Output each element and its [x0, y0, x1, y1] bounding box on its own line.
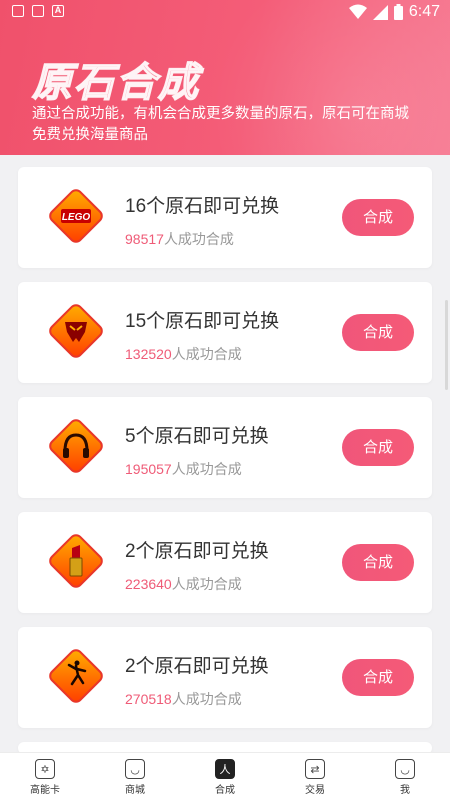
- list-item: 2个原石即可兑换 270518人成功合成 合成: [18, 627, 432, 728]
- status-time: 6:47: [408, 3, 440, 20]
- star-of-david-icon: ✡: [35, 759, 55, 779]
- list-item: 5个原石即可兑换 195057人成功合成 合成: [18, 397, 432, 498]
- synthesize-button[interactable]: 合成: [342, 544, 414, 581]
- synthesize-button[interactable]: 合成: [342, 199, 414, 236]
- tab-label: 合成: [215, 785, 235, 796]
- tab-energy-card[interactable]: ✡ 高能卡: [0, 753, 90, 800]
- item-count-suffix: 人成功合成: [171, 461, 242, 477]
- synthesize-button[interactable]: 合成: [342, 429, 414, 466]
- item-stat: 132520人成功合成: [125, 344, 242, 364]
- tab-label: 我: [400, 785, 410, 796]
- tab-synthesis[interactable]: 人 合成: [180, 753, 270, 800]
- item-count-suffix: 人成功合成: [171, 346, 242, 362]
- tab-mall[interactable]: ◡ 商城: [90, 753, 180, 800]
- item-count: 270518: [125, 691, 172, 707]
- page-description: 通过合成功能，有机会合成更多数量的原石，原石可在商城免费兑换海量商品: [32, 106, 409, 143]
- qr-icon: [12, 5, 24, 17]
- list-item: 15个原石即可兑换 132520人成功合成 合成: [18, 282, 432, 383]
- battery-icon: [393, 4, 403, 20]
- synthesize-button[interactable]: 合成: [342, 659, 414, 696]
- item-stat: 98517人成功合成: [125, 229, 234, 249]
- item-title: 15个原石即可兑换: [125, 311, 280, 332]
- item-stat: 195057人成功合成: [125, 459, 242, 479]
- item-count-suffix: 人成功合成: [171, 691, 242, 707]
- synthesize-button[interactable]: 合成: [342, 314, 414, 351]
- card-icon: [32, 5, 44, 17]
- item-stat: 270518人成功合成: [125, 689, 242, 709]
- item-title: 5个原石即可兑换: [125, 426, 269, 447]
- page-title: 原石合成: [31, 60, 200, 106]
- wifi-icon: [348, 4, 367, 19]
- svg-text:LEGO: LEGO: [62, 212, 91, 223]
- signal-icon: [372, 5, 388, 20]
- list-item: 2个原石即可兑换 223640人成功合成 合成: [18, 512, 432, 613]
- lego-icon: LEGO: [49, 189, 103, 243]
- tab-trade[interactable]: ⇄ 交易: [270, 753, 360, 800]
- tab-me[interactable]: ◡ 我: [360, 753, 450, 800]
- item-count: 195057: [125, 461, 172, 477]
- item-title: 2个原石即可兑换: [125, 541, 269, 562]
- item-count: 132520: [125, 346, 172, 362]
- face-icon: ◡: [395, 759, 415, 779]
- synthesis-icon: 人: [215, 759, 235, 779]
- tab-label: 商城: [125, 785, 145, 796]
- lipstick-icon: [49, 534, 103, 588]
- tab-label: 交易: [305, 785, 325, 796]
- tab-label: 高能卡: [30, 785, 60, 796]
- item-title: 16个原石即可兑换: [125, 196, 280, 217]
- item-title: 2个原石即可兑换: [125, 656, 269, 677]
- headphones-icon: [49, 419, 103, 473]
- exchange-icon: ⇄: [305, 759, 325, 779]
- transformers-icon: [49, 304, 103, 358]
- font-icon: A: [52, 5, 64, 17]
- item-stat: 223640人成功合成: [125, 574, 242, 594]
- item-count-suffix: 人成功合成: [163, 231, 234, 247]
- item-count: 223640: [125, 576, 172, 592]
- jumpman-icon: [49, 649, 103, 703]
- bag-icon: ◡: [125, 759, 145, 779]
- scrollbar[interactable]: [445, 300, 448, 390]
- list-item: LEGO 16个原石即可兑换 98517人成功合成 合成: [18, 167, 432, 268]
- item-count: 98517: [125, 231, 164, 247]
- bottom-tab-bar: ✡ 高能卡 ◡ 商城 人 合成 ⇄ 交易 ◡ 我: [0, 752, 450, 800]
- status-bar: A 6:47: [0, 0, 450, 24]
- header-banner: A 6:47 原石合成 通过合成功能，有机会合成更多数量的原石，原石可在商城免费…: [0, 0, 450, 155]
- item-count-suffix: 人成功合成: [171, 576, 242, 592]
